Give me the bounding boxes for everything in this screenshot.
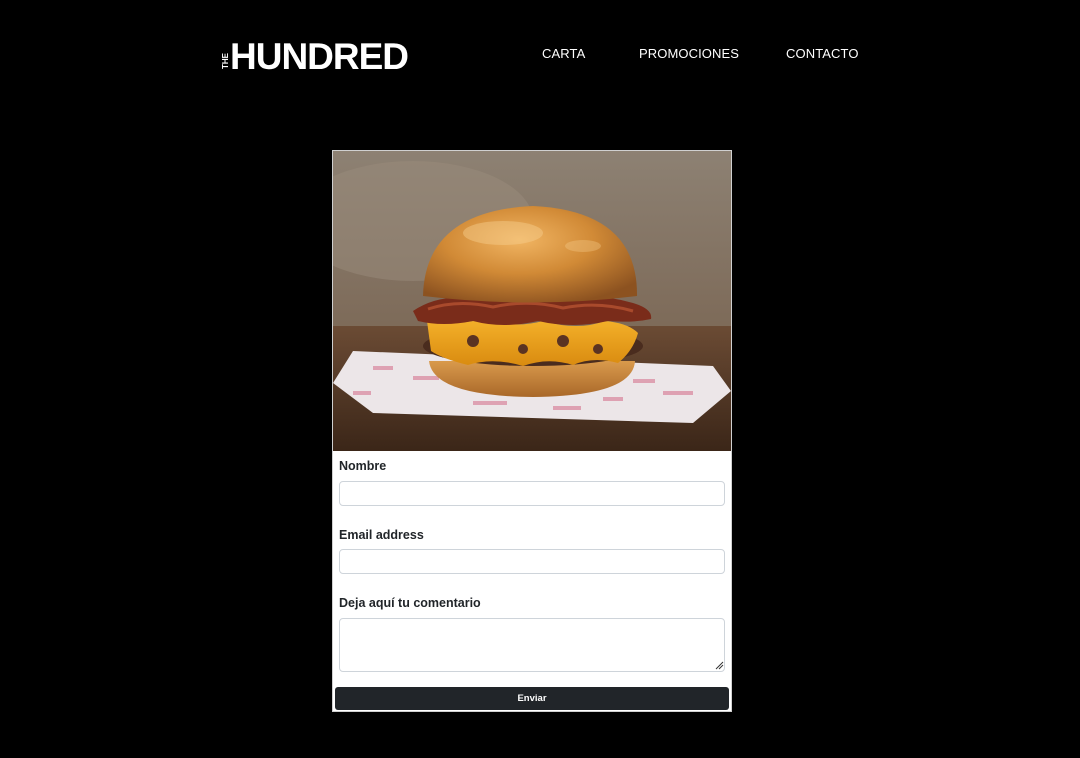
name-label: Nombre (339, 459, 387, 473)
burger-image (333, 151, 731, 451)
email-input[interactable] (339, 549, 725, 574)
site-header: THE HUNDRED CARTA PROMOCIONES CONTACTO (0, 0, 1080, 110)
nav-link-promociones[interactable]: PROMOCIONES (639, 46, 739, 61)
submit-button[interactable]: Enviar (335, 687, 729, 710)
nav-link-carta[interactable]: CARTA (542, 46, 585, 61)
the-hundred-logo[interactable]: THE HUNDRED (220, 37, 410, 71)
burger-photo (333, 151, 731, 451)
name-input[interactable] (339, 481, 725, 506)
comment-label: Deja aquí tu comentario (339, 596, 481, 610)
nav-link-contacto[interactable]: CONTACTO (786, 46, 859, 61)
logo-main-text: HUNDRED (230, 37, 408, 71)
contact-card: Nombre Email address Deja aquí tu coment… (332, 150, 732, 712)
logo-small-text: THE (221, 52, 230, 69)
email-label: Email address (339, 528, 424, 542)
comment-textarea[interactable] (339, 618, 725, 672)
